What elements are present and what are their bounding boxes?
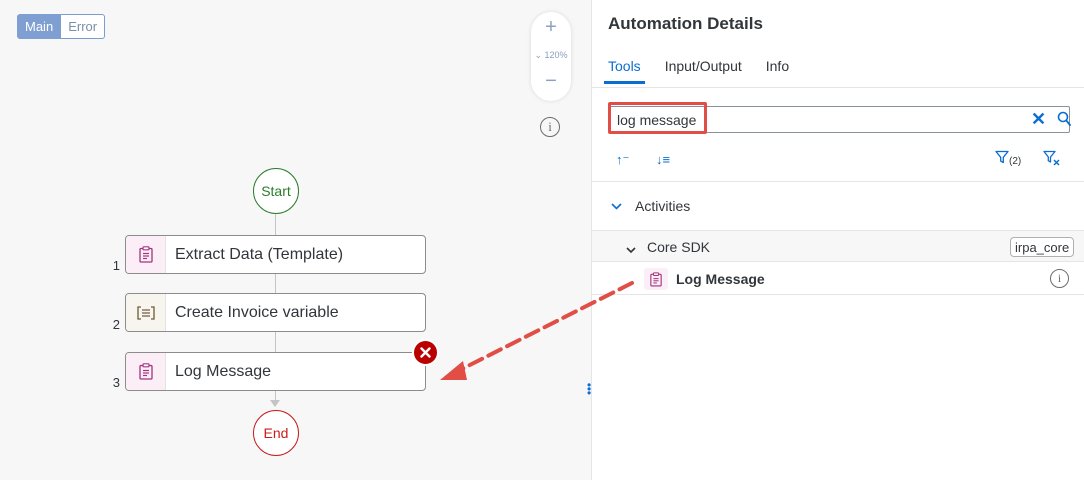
- info-icon[interactable]: i: [1050, 269, 1069, 288]
- filter-button[interactable]: (2): [995, 150, 1021, 167]
- tree-subgroup-core-sdk[interactable]: Core SDK irpa_core: [592, 231, 1084, 262]
- clear-filter-icon: [1043, 150, 1060, 166]
- panel-tabs: Tools Input/Output Info: [604, 58, 813, 84]
- search-icon[interactable]: [1057, 111, 1071, 127]
- close-icon[interactable]: ✕: [1031, 109, 1046, 130]
- flow-switch: Main Error: [17, 14, 106, 39]
- tab-tools[interactable]: Tools: [604, 58, 645, 84]
- info-icon[interactable]: i: [540, 117, 560, 137]
- zoom-level-value: 120%: [544, 50, 568, 60]
- sort-ascending-icon[interactable]: ↑⁻: [616, 152, 629, 168]
- clipboard-icon: [126, 236, 166, 273]
- variable-icon: [126, 294, 166, 331]
- step-label: Create Invoice variable: [175, 303, 339, 321]
- sort-descending-icon[interactable]: ↓≡: [656, 152, 670, 167]
- zoom-in-button[interactable]: +: [531, 16, 571, 39]
- start-node[interactable]: Start: [253, 168, 299, 214]
- clipboard-icon: [126, 353, 166, 390]
- connector-line: [275, 273, 276, 293]
- connector-line: [275, 332, 276, 352]
- step-log-message[interactable]: Log Message: [125, 352, 426, 391]
- automation-details-panel: Automation Details Tools Input/Output In…: [591, 0, 1084, 480]
- clear-filter-button[interactable]: [1043, 150, 1061, 169]
- filter-icon: [995, 150, 1009, 164]
- step-number: 2: [112, 317, 120, 332]
- tab-info[interactable]: Info: [766, 58, 789, 84]
- error-flow-button[interactable]: Error: [61, 14, 106, 39]
- chevron-down-icon: [611, 199, 622, 213]
- workflow-canvas[interactable]: Main Error + ⌄ 120% − i Start 1 Extract …: [0, 0, 591, 480]
- main-flow-button[interactable]: Main: [17, 14, 62, 39]
- tabs-divider: [592, 87, 1084, 88]
- zoom-control: + ⌄ 120% −: [531, 12, 571, 101]
- drag-arrow-annotation: [440, 281, 634, 380]
- step-number: 1: [112, 258, 120, 273]
- chevron-down-icon: ⌄: [534, 50, 545, 60]
- panel-title: Automation Details: [608, 14, 763, 33]
- start-label: Start: [261, 183, 291, 199]
- end-node[interactable]: End: [253, 410, 299, 456]
- tab-input-output[interactable]: Input/Output: [665, 58, 742, 84]
- tree-item-log-message[interactable]: Log Message i: [592, 263, 1084, 295]
- tree-group-label: Activities: [635, 198, 691, 214]
- step-number: 3: [112, 375, 120, 390]
- step-extract-data[interactable]: Extract Data (Template): [125, 235, 426, 274]
- zoom-level[interactable]: ⌄ 120%: [531, 50, 571, 61]
- search-highlight-annotation: [608, 102, 707, 134]
- zoom-out-button[interactable]: −: [531, 70, 571, 93]
- chevron-down-icon: [626, 243, 636, 257]
- end-label: End: [263, 425, 289, 441]
- step-label: Extract Data (Template): [175, 245, 344, 263]
- package-tag: irpa_core: [1010, 237, 1075, 257]
- tree-item-label: Log Message: [676, 271, 765, 287]
- filter-count: (2): [1009, 156, 1022, 167]
- tree-group-activities[interactable]: Activities: [592, 182, 1084, 230]
- flow-arrow-icon: [270, 400, 280, 407]
- tree-subgroup-label: Core SDK: [647, 239, 711, 255]
- step-create-invoice-variable[interactable]: Create Invoice variable: [125, 293, 426, 332]
- step-label: Log Message: [175, 362, 272, 380]
- connector-line: [275, 214, 276, 235]
